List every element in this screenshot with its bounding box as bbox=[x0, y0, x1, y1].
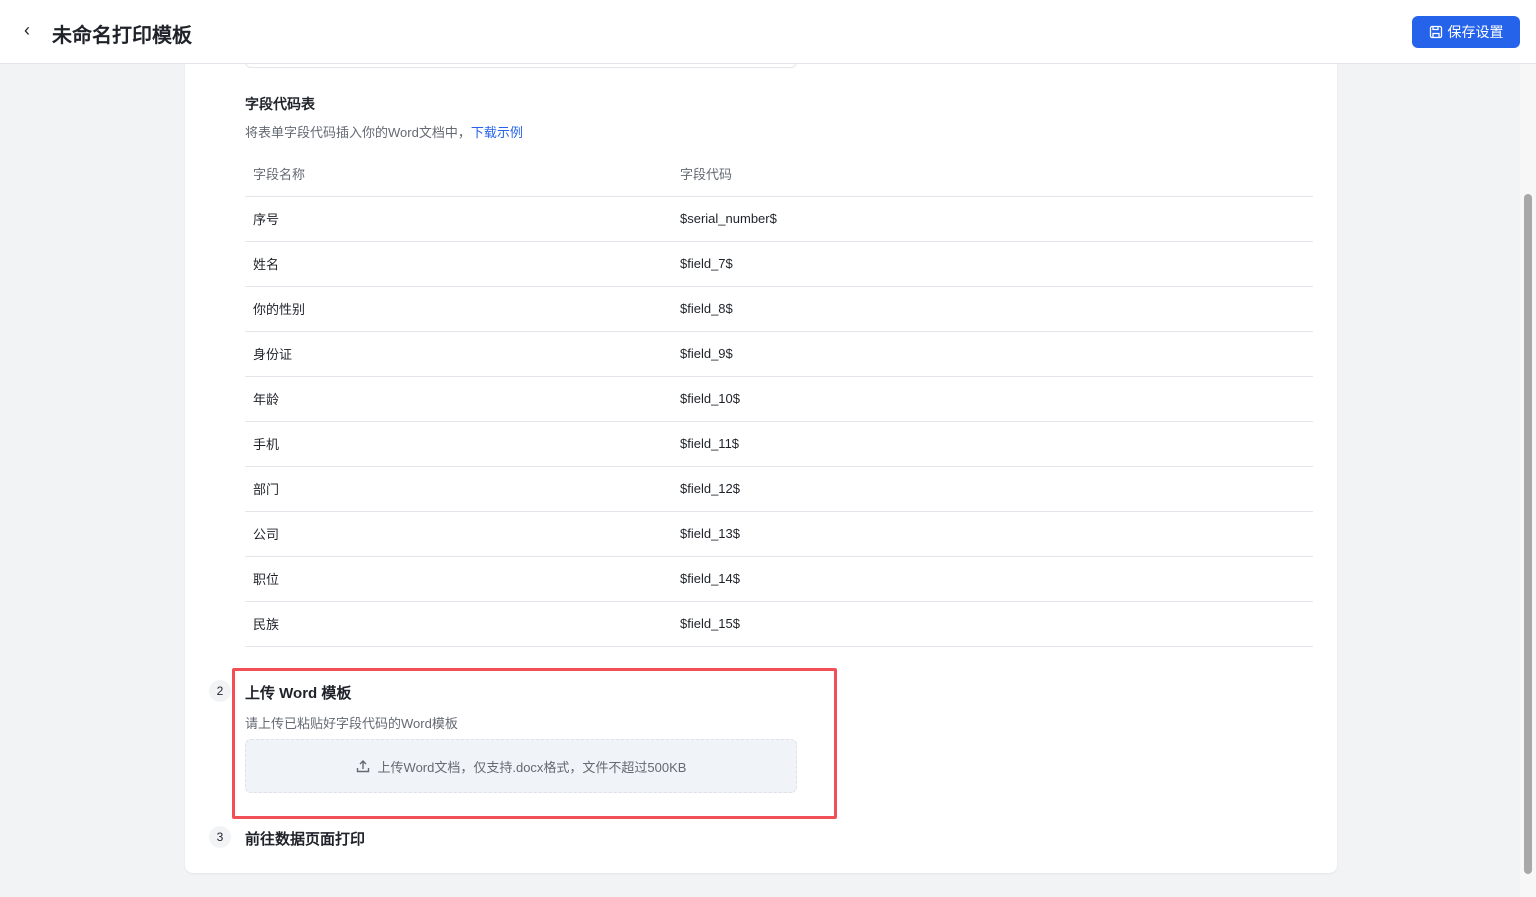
upload-icon bbox=[356, 760, 369, 773]
field-name-cell: 年龄 bbox=[245, 376, 672, 422]
table-row: 身份证 $field_9$ bbox=[245, 331, 1313, 377]
table-row: 公司 $field_13$ bbox=[245, 511, 1313, 557]
desc-text: 将表单字段代码插入你的Word文档中， bbox=[245, 125, 471, 140]
step2-desc: 请上传已粘贴好字段代码的Word模板 bbox=[245, 716, 458, 731]
field-name-cell: 序号 bbox=[245, 196, 672, 242]
upload-word-dropzone[interactable]: 上传Word文档，仅支持.docx格式，文件不超过500KB bbox=[245, 739, 797, 793]
field-name-cell: 手机 bbox=[245, 421, 672, 467]
column-header-name: 字段名称 bbox=[245, 151, 672, 197]
step-number-3: 3 bbox=[209, 826, 231, 848]
scrollbar[interactable] bbox=[1520, 64, 1536, 897]
field-code-cell: $field_11$ bbox=[672, 421, 1313, 467]
column-header-code: 字段代码 bbox=[672, 151, 1313, 197]
field-code-cell: $field_14$ bbox=[672, 556, 1313, 602]
field-code-title: 字段代码表 bbox=[245, 96, 315, 112]
table-row: 民族 $field_15$ bbox=[245, 601, 1313, 647]
field-code-cell: $field_15$ bbox=[672, 601, 1313, 647]
field-code-desc: 将表单字段代码插入你的Word文档中，下载示例 bbox=[245, 122, 523, 141]
upload-label: 上传Word文档，仅支持.docx格式，文件不超过500KB bbox=[377, 759, 687, 775]
save-label: 保存设置 bbox=[1447, 24, 1504, 40]
step-number-2: 2 bbox=[209, 680, 231, 702]
field-name-cell: 姓名 bbox=[245, 241, 672, 287]
scrollbar-thumb[interactable] bbox=[1524, 194, 1532, 874]
field-name-cell: 公司 bbox=[245, 511, 672, 557]
field-name-cell: 身份证 bbox=[245, 331, 672, 377]
download-example-link[interactable]: 下载示例 bbox=[471, 125, 523, 140]
field-name-cell: 部门 bbox=[245, 466, 672, 512]
field-code-cell: $field_10$ bbox=[672, 376, 1313, 422]
field-code-cell: $field_13$ bbox=[672, 511, 1313, 557]
header: ‹ 未命名打印模板 保存设置 bbox=[0, 0, 1536, 64]
field-name-cell: 民族 bbox=[245, 601, 672, 647]
field-code-cell: $field_7$ bbox=[672, 241, 1313, 287]
field-code-cell: $field_9$ bbox=[672, 331, 1313, 377]
save-settings-button[interactable]: 保存设置 bbox=[1412, 16, 1520, 48]
table-row: 你的性别 $field_8$ bbox=[245, 286, 1313, 332]
back-icon[interactable]: ‹ bbox=[24, 20, 30, 41]
table-row: 部门 $field_12$ bbox=[245, 466, 1313, 512]
table-row: 姓名 $field_7$ bbox=[245, 241, 1313, 287]
field-code-table: 字段名称 字段代码 序号 $serial_number$ 姓名 $field_7$ 你的性… bbox=[245, 151, 1313, 647]
field-name-cell: 你的性别 bbox=[245, 286, 672, 332]
table-row: 年龄 $field_10$ bbox=[245, 376, 1313, 422]
field-code-cell: $serial_number$ bbox=[672, 196, 1313, 242]
page-title: 未命名打印模板 bbox=[52, 25, 192, 47]
field-code-cell: $field_8$ bbox=[672, 286, 1313, 332]
table-row: 手机 $field_11$ bbox=[245, 421, 1313, 467]
save-icon bbox=[1429, 25, 1442, 39]
table-row: 序号 $serial_number$ bbox=[245, 196, 1313, 242]
table-row: 职位 $field_14$ bbox=[245, 556, 1313, 602]
step3-title: 前往数据页面打印 bbox=[245, 831, 366, 848]
field-code-cell: $field_12$ bbox=[672, 466, 1313, 512]
field-name-cell: 职位 bbox=[245, 556, 672, 602]
step2-title: 上传 Word 模板 bbox=[245, 685, 352, 702]
content-card: 字段代码表 将表单字段代码插入你的Word文档中，下载示例 字段名称 字段代码 序… bbox=[185, 40, 1337, 873]
